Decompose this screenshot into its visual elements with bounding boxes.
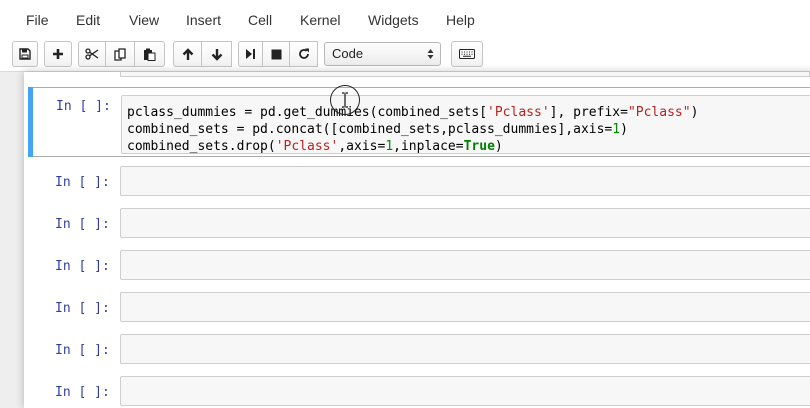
arrow-up-icon bbox=[182, 47, 193, 60]
command-palette-button[interactable] bbox=[451, 41, 483, 67]
insert-cell-button[interactable] bbox=[44, 41, 72, 67]
code-cell-empty[interactable]: In [ ]: bbox=[28, 208, 810, 240]
cell-prompt: In [ ]: bbox=[56, 99, 111, 114]
cell-prompt: In [ ]: bbox=[55, 217, 110, 232]
notebook-area: In [ ]: pclass_dummies = pd.get_dummies(… bbox=[0, 72, 810, 408]
move-up-button[interactable] bbox=[173, 41, 202, 67]
keyboard-icon bbox=[459, 49, 475, 59]
save-icon bbox=[19, 48, 31, 60]
cell-type-select[interactable]: Code bbox=[324, 42, 441, 66]
chevron-updown-icon bbox=[427, 49, 434, 59]
arrow-down-icon bbox=[211, 48, 222, 61]
cell-prompt: In [ ]: bbox=[55, 259, 110, 274]
step-forward-icon bbox=[246, 49, 255, 59]
copy-icon bbox=[113, 47, 126, 61]
menu-view[interactable]: View bbox=[129, 12, 159, 28]
cut-button[interactable] bbox=[78, 41, 106, 67]
code-editor[interactable] bbox=[120, 208, 810, 238]
code-line: combined_sets = pd.concat([combined_sets… bbox=[127, 122, 628, 137]
code-editor[interactable]: pclass_dummies = pd.get_dummies(combined… bbox=[121, 95, 810, 154]
cell-prompt: In [ ]: bbox=[55, 385, 110, 400]
interrupt-button[interactable] bbox=[263, 41, 290, 67]
copy-button[interactable] bbox=[106, 41, 135, 67]
restart-button[interactable] bbox=[290, 41, 318, 67]
menu-widgets[interactable]: Widgets bbox=[368, 12, 419, 28]
code-line: pclass_dummies = pd.get_dummies(combined… bbox=[127, 105, 699, 120]
run-cell-button[interactable] bbox=[238, 41, 263, 67]
menu-edit[interactable]: Edit bbox=[76, 12, 100, 28]
code-cell-empty[interactable]: In [ ]: bbox=[28, 166, 810, 198]
toolbar: Code bbox=[0, 38, 810, 72]
menu-help[interactable]: Help bbox=[446, 12, 475, 28]
code-editor[interactable] bbox=[120, 292, 810, 322]
save-button[interactable] bbox=[12, 41, 38, 67]
code-cell-empty[interactable]: In [ ]: bbox=[28, 334, 810, 366]
plus-icon bbox=[53, 49, 63, 59]
menu-cell[interactable]: Cell bbox=[248, 12, 272, 28]
cell-prompt: In [ ]: bbox=[55, 301, 110, 316]
menu-file[interactable]: File bbox=[26, 12, 49, 28]
code-editor[interactable] bbox=[120, 376, 810, 406]
menu-kernel[interactable]: Kernel bbox=[300, 12, 340, 28]
code-cell-selected[interactable]: In [ ]: pclass_dummies = pd.get_dummies(… bbox=[28, 87, 810, 157]
code-line: combined_sets.drop('Pclass',axis=1,inpla… bbox=[127, 139, 503, 154]
scissors-icon bbox=[85, 48, 99, 60]
cell-type-value: Code bbox=[332, 46, 364, 61]
code-cell-empty[interactable]: In [ ]: bbox=[28, 250, 810, 282]
cell-prompt: In [ ]: bbox=[55, 343, 110, 358]
code-cell-empty[interactable]: In [ ]: bbox=[28, 292, 810, 324]
cell-prompt: In [ ]: bbox=[55, 175, 110, 190]
paste-icon bbox=[144, 48, 156, 61]
code-editor[interactable] bbox=[120, 334, 810, 364]
text-cursor-icon bbox=[342, 92, 348, 108]
paste-button[interactable] bbox=[135, 41, 165, 67]
menu-insert[interactable]: Insert bbox=[186, 12, 221, 28]
code-cell-empty[interactable]: In [ ]: bbox=[28, 376, 810, 408]
selection-indicator bbox=[28, 87, 33, 157]
code-editor[interactable] bbox=[120, 250, 810, 280]
menubar: File Edit View Insert Cell Kernel Widget… bbox=[0, 0, 810, 38]
move-down-button[interactable] bbox=[202, 41, 232, 67]
restart-icon bbox=[298, 48, 309, 59]
code-editor[interactable] bbox=[120, 166, 810, 196]
stop-icon bbox=[271, 49, 281, 59]
previous-cell-input[interactable] bbox=[120, 72, 810, 77]
